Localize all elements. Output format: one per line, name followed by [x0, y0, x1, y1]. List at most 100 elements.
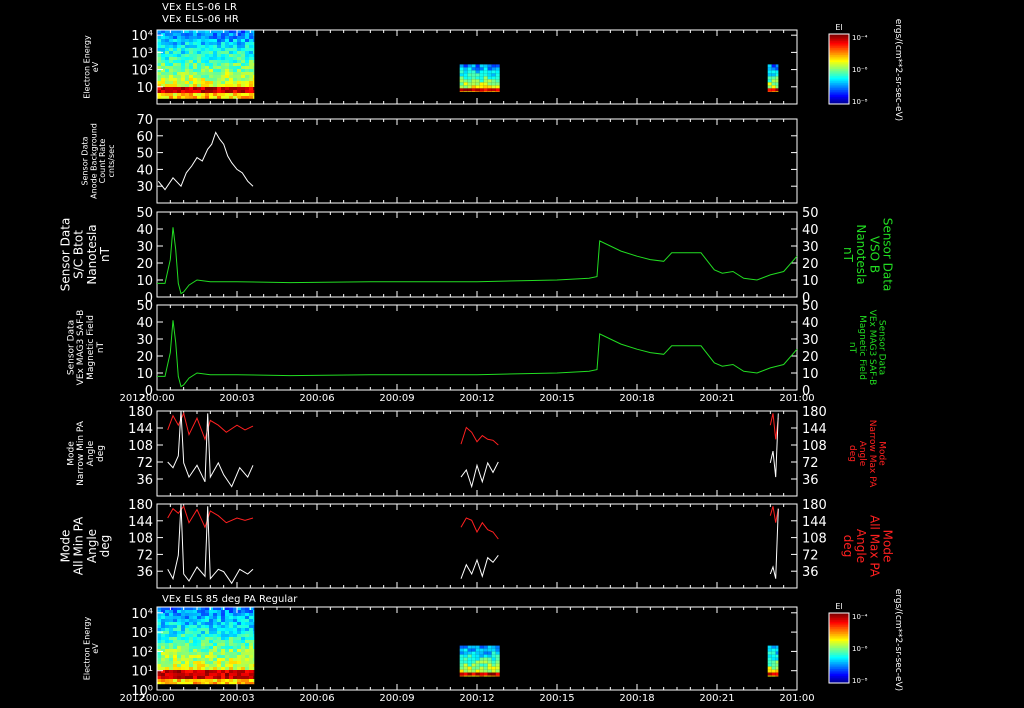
spectrogram-block [767, 64, 779, 92]
x-tick-label: 200:09 [379, 393, 414, 404]
y-axis-label: Sensor Data Anode Background Count Rate cnt… [81, 123, 116, 199]
trace-white [460, 554, 499, 579]
axis-label-line: Sensor Data [881, 218, 895, 292]
colorbar [829, 34, 849, 105]
x-tick-label: 201:00 [779, 393, 814, 404]
y-tick-label: 50 [136, 299, 153, 314]
x-tick-label: 201:00 [779, 693, 814, 704]
spectrogram-block [459, 64, 500, 92]
y-tick-label-right: 36 [802, 473, 819, 488]
y-tick-label: 20 [136, 257, 153, 272]
y-tick-label: 144 [128, 515, 153, 530]
x-tick-label: 200:18 [619, 393, 654, 404]
trace-white [167, 503, 254, 585]
trace-red [769, 506, 779, 523]
y-axis-label: Mode All Min PA Angle deg [58, 516, 112, 575]
x-tick-label: 200:09 [379, 693, 414, 704]
y-tick-label-right: 20 [802, 350, 819, 365]
y-tick-label: 10 [136, 81, 153, 96]
axis-label-line: nT [96, 341, 106, 353]
y-tick-label: 40 [136, 163, 153, 178]
axis-label-line: Magnetic Field [857, 315, 867, 380]
axis-label-line: S/C Btot [72, 230, 86, 279]
axis-label-line: cnts/sec [107, 145, 116, 178]
spectrogram-block [459, 645, 500, 677]
axis-label-line: All Max PA [867, 515, 881, 578]
x-tick-label: 200:15 [539, 393, 574, 404]
y-tick-label: 10 [136, 274, 153, 289]
axis-label-line: Angle [854, 529, 868, 563]
axis-label-line: Narrow Min PA [76, 420, 86, 486]
y-tick-label: 10⁴ [131, 29, 153, 44]
y-axis-label: Mode Narrow Min PA Angle deg [66, 420, 106, 486]
y-axis-label-right: ModeNarrow Max PAAngledeg [847, 420, 887, 488]
axis-label-line: All Min PA [72, 516, 86, 575]
colorbar-title: El [835, 602, 842, 611]
trace-green [157, 227, 798, 295]
colorbar-mid-label: 10⁻⁶ [852, 645, 868, 653]
y-tick-label-right: 72 [802, 456, 819, 471]
x-tick-label: 200:06 [299, 693, 334, 704]
axis-label-line: Mode [877, 441, 887, 466]
axis-label-line: Nanotesla [85, 224, 99, 284]
panel-title: VEx ELS 85 deg PA Regular [162, 594, 298, 605]
axis-label-line: Mode [881, 530, 895, 563]
axis-label-line: Sensor Data [58, 218, 72, 292]
y-tick-label-right: 72 [802, 548, 819, 563]
trace-white [157, 131, 254, 191]
colorbar-top-label: 10⁻⁴ [852, 613, 868, 621]
y-tick-label: 30 [136, 180, 153, 195]
axis-label-line: Anode Background [89, 123, 98, 199]
y-tick-label: 72 [136, 548, 153, 563]
axis-label-line: Angle [857, 441, 867, 467]
axis-label-line: Nanotesla [854, 224, 868, 284]
x-tick-label: 200:21 [699, 693, 734, 704]
y-tick-label-right: 180 [802, 498, 827, 513]
y-tick-label: 36 [136, 565, 153, 580]
y-tick-label: 108 [128, 439, 153, 454]
axis-label-line: eV [91, 61, 100, 72]
x-tick-label: 200:03 [219, 393, 254, 404]
multi-panel-plot: 1010²10³10⁴Electron Energy eV3040506070Se… [58, 19, 903, 704]
y-tick-label: 10³ [131, 626, 153, 641]
spectrogram-block [157, 30, 255, 99]
y-tick-label-right: 108 [802, 532, 827, 547]
colorbar-bottom-label: 10⁻⁸ [852, 677, 868, 685]
y-tick-label-right: 10 [802, 274, 819, 289]
trace-red [460, 517, 499, 540]
axis-label-line: VEx MAG3 SAF-B [76, 310, 86, 386]
y-tick-label-right: 108 [802, 439, 827, 454]
colorbar-top-label: 10⁻⁴ [852, 34, 868, 42]
y-tick-label: 72 [136, 456, 153, 471]
axis-label-line: Angle [85, 529, 99, 563]
trace-white [460, 461, 499, 489]
y-axis-label: Electron Energy eV [82, 617, 100, 681]
y-tick-label: 180 [128, 405, 153, 420]
colorbar-title: El [835, 23, 842, 32]
axis-label-line: deg [98, 535, 112, 558]
y-axis-label-right: Sensor DataVEx MAG3 SAF-BMagnetic Fieldn… [847, 310, 887, 386]
y-tick-label-right: 10 [802, 367, 819, 382]
panel-frame [156, 118, 798, 204]
trace-red [460, 426, 499, 446]
spectrogram-block [767, 645, 779, 677]
axis-label-line: eV [91, 643, 100, 654]
y-axis-label: Electron Energy eV [82, 35, 100, 99]
y-axis-label: Sensor Data VEx MAG3 SAF-B Magnetic Field n… [66, 310, 106, 386]
y-tick-label: 40 [136, 316, 153, 331]
trace-green [157, 320, 798, 388]
axis-label-line: VEx MAG3 SAF-B [867, 310, 877, 386]
x-tick-label: 200:06 [299, 393, 334, 404]
axis-label-line: Electron Energy [82, 617, 91, 681]
axis-label-line: Magnetic Field [86, 315, 96, 380]
axis-label-line: Sensor Data [877, 320, 887, 375]
y-tick-label-right: 20 [802, 257, 819, 272]
axis-label-line: Angle [86, 440, 96, 466]
colorbar-units-bottom: ergs/(cm**2-sr-sec-eV) [893, 589, 903, 691]
axis-label-line: Electron Energy [82, 35, 91, 99]
panel-frame [156, 503, 798, 589]
colorbar-units-top: ergs/(cm**2-sr-sec-eV) [893, 19, 903, 121]
x-tick-label: 200:12 [459, 393, 494, 404]
y-tick-label: 180 [128, 498, 153, 513]
panel-frame [156, 211, 798, 298]
